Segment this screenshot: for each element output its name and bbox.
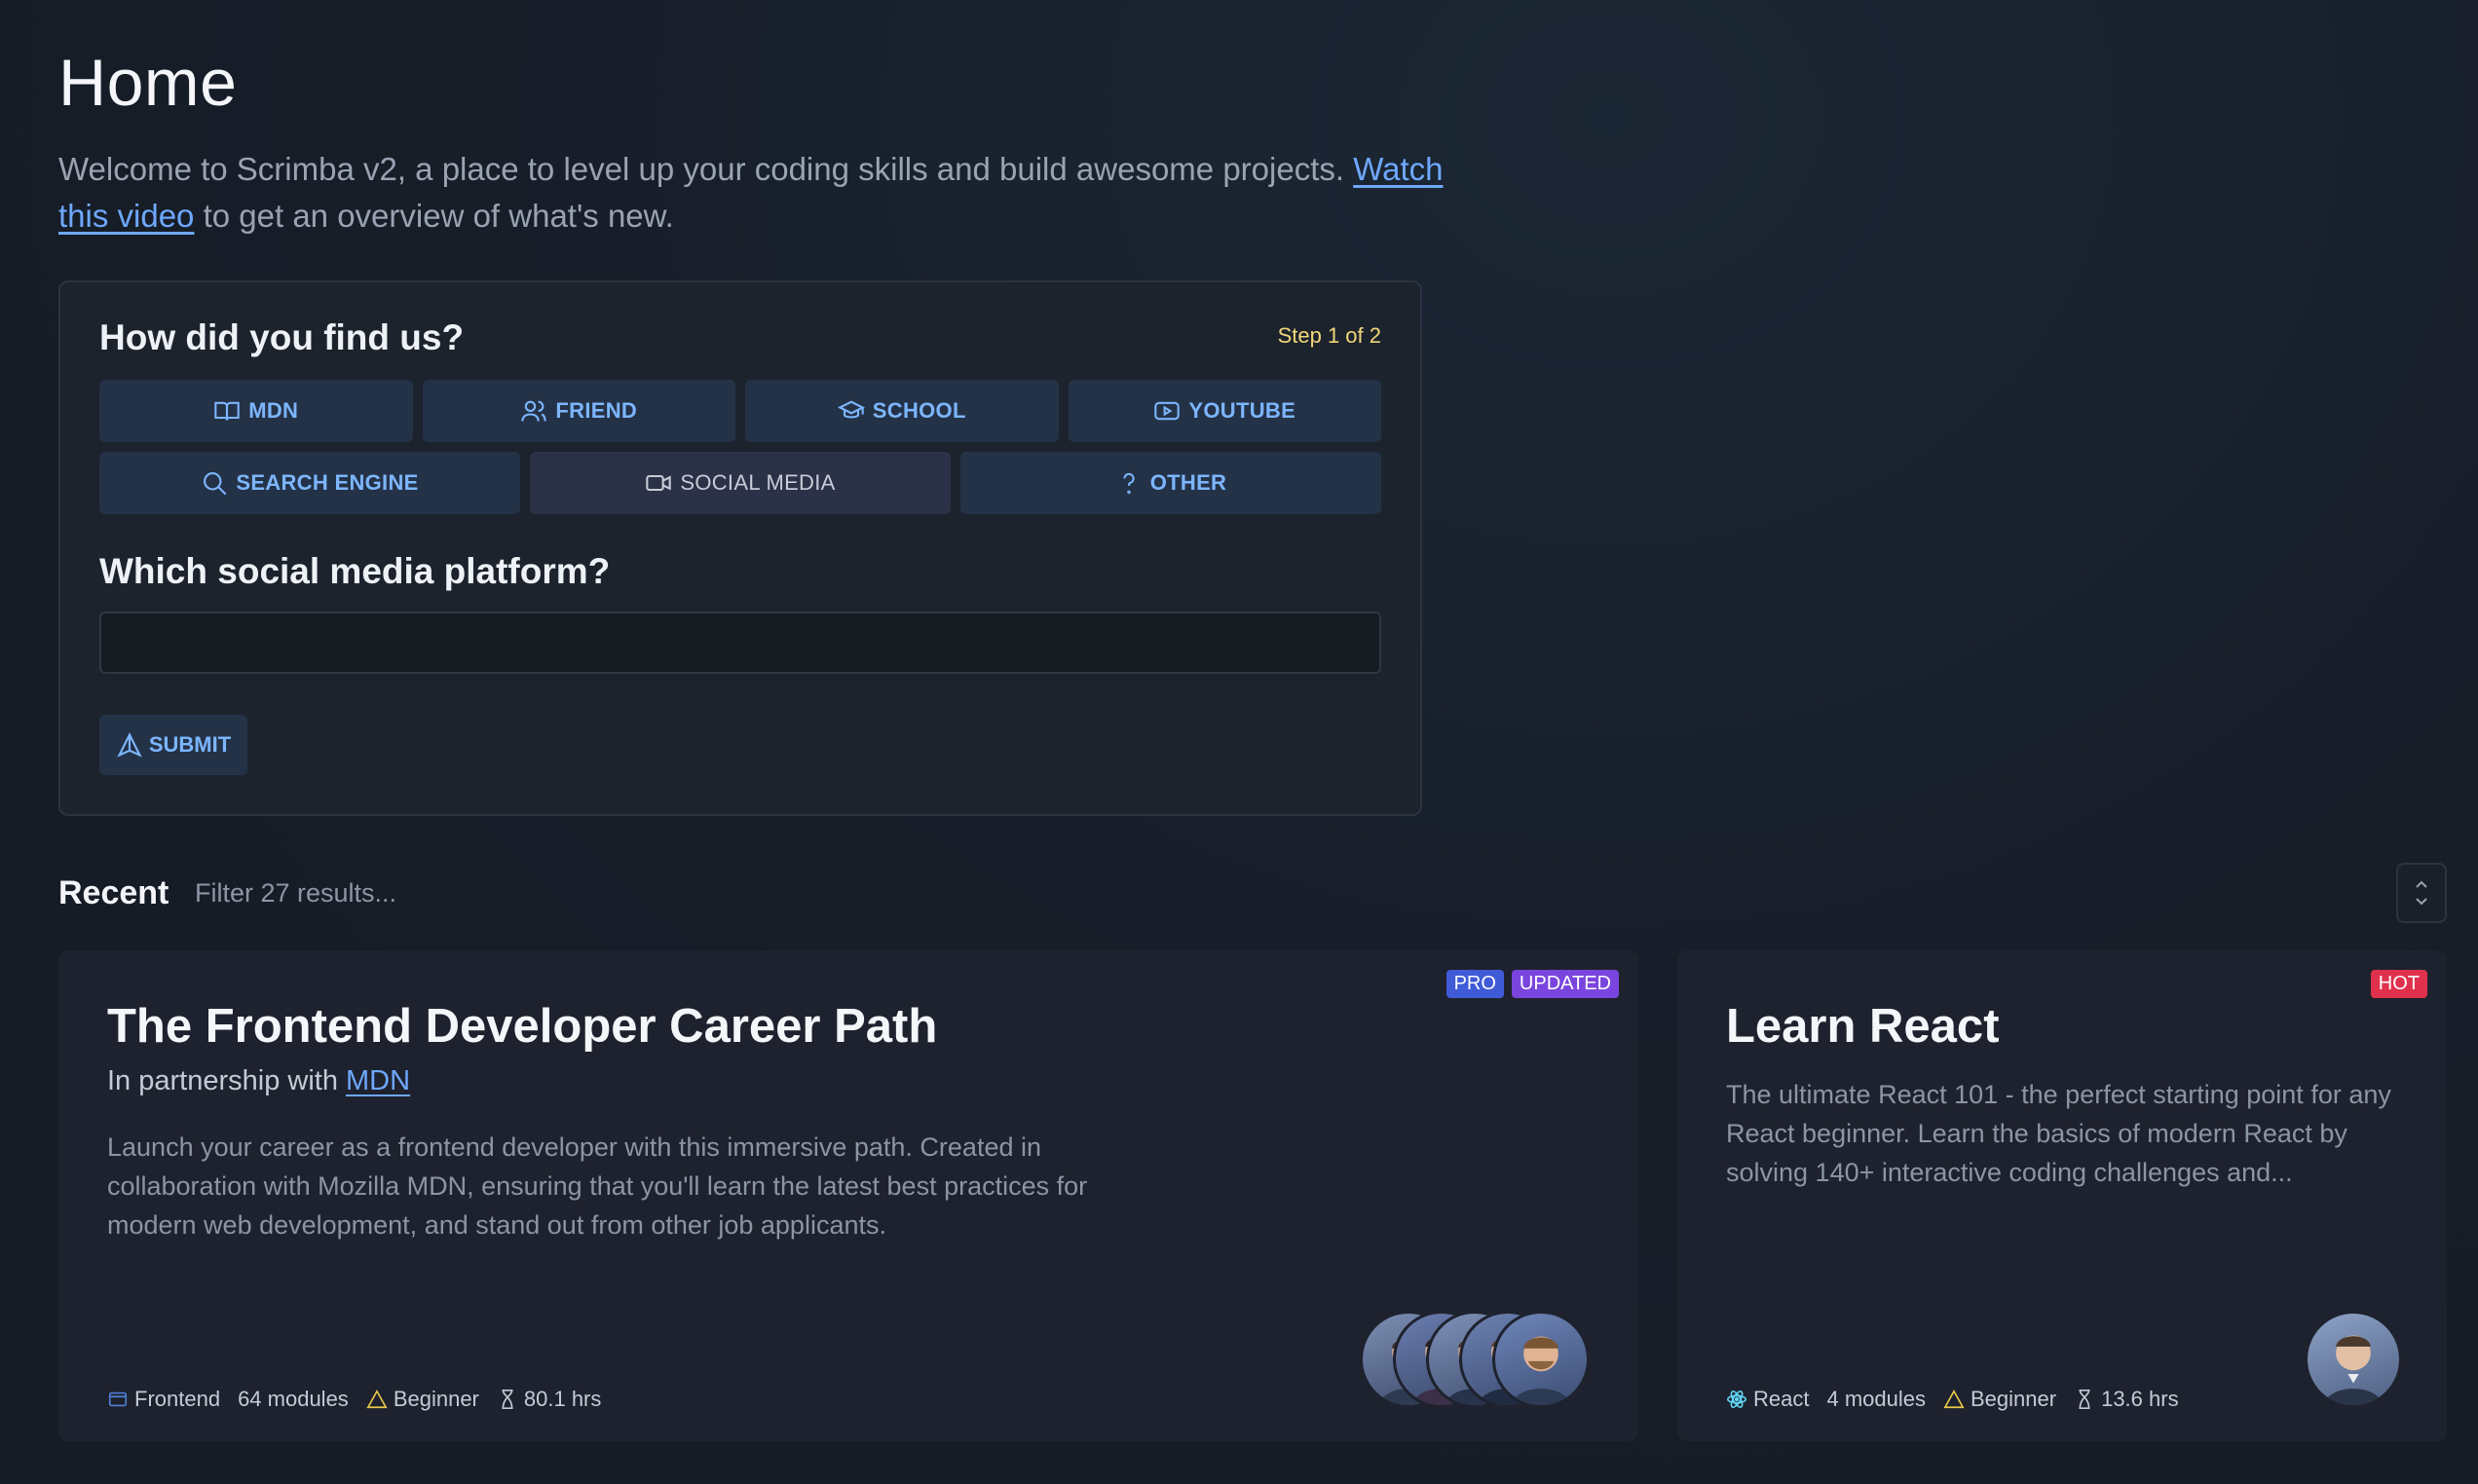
recent-heading: Recent [58, 874, 169, 911]
avatar [2305, 1311, 2402, 1408]
triangle-icon [1943, 1390, 1965, 1409]
book-icon [214, 401, 240, 421]
search-icon [204, 472, 227, 496]
submit-label: SUBMIT [148, 732, 232, 757]
duration-label: 80.1 hrs [523, 1387, 602, 1411]
step-indicator: Step 1 of 2 [1277, 323, 1381, 348]
course-title: Learn React [1726, 1000, 2000, 1053]
level-label: Beginner [1971, 1387, 2057, 1411]
topic-tag: Frontend [107, 1387, 220, 1412]
option-label: MDN [248, 398, 299, 423]
survey-options-row-2: SEARCH ENGINE SOCIAL MEDIA OTHER [99, 452, 1381, 514]
hot-badge: HOT [2370, 970, 2427, 998]
intro-text-end: to get an overview of what's new. [194, 198, 674, 234]
instructor-avatars [2305, 1311, 2402, 1408]
course-description: The ultimate React 101 - the perfect sta… [1726, 1080, 2391, 1187]
filter-input[interactable] [195, 865, 779, 921]
option-social-media-button[interactable]: SOCIAL MEDIA [530, 452, 951, 514]
option-label: FRIEND [555, 398, 638, 423]
option-search-engine-button[interactable]: SEARCH ENGINE [99, 452, 520, 514]
partner-line: In partnership with MDN [107, 1065, 410, 1097]
course-badges: HOT [2370, 970, 2427, 998]
level-tag: Beginner [1943, 1387, 2056, 1412]
topic-tag: React [1726, 1387, 1809, 1412]
option-school-button[interactable]: SCHOOL [745, 380, 1059, 442]
send-icon [117, 732, 142, 758]
modules-count: 64 modules [238, 1387, 349, 1411]
intro-text-start: Welcome to Scrimba v2, a place to level … [58, 151, 1354, 187]
users-icon [521, 400, 547, 422]
topic-label: Frontend [134, 1387, 221, 1411]
course-badges: PRO UPDATED [1446, 970, 1619, 998]
course-card-frontend-career-path[interactable]: PRO UPDATED The Frontend Developer Caree… [58, 950, 1638, 1441]
triangle-icon [366, 1390, 388, 1409]
find-us-survey: How did you find us? Step 1 of 2 MDN FRI… [58, 280, 1422, 816]
level-tag: Beginner [366, 1387, 479, 1412]
partner-prefix: In partnership with [107, 1065, 347, 1096]
survey-options-row-1: MDN FRIEND SCHOOL YOUTUBE [99, 380, 1381, 442]
course-title: The Frontend Developer Career Path [107, 1000, 938, 1053]
sort-toggle-button[interactable] [2396, 863, 2447, 923]
intro-text: Welcome to Scrimba v2, a place to level … [58, 146, 1461, 240]
course-meta: Frontend 64 modules Beginner 80.1 hrs [107, 1387, 601, 1412]
option-label: OTHER [1149, 470, 1227, 495]
option-label: SEARCH ENGINE [236, 470, 419, 495]
duration-tag: 80.1 hrs [497, 1387, 602, 1412]
sort-chevrons-icon [2416, 880, 2427, 906]
social-platform-input[interactable] [99, 612, 1381, 674]
duration-tag: 13.6 hrs [2074, 1387, 2179, 1412]
updated-badge: UPDATED [1511, 970, 1619, 998]
option-mdn-button[interactable]: MDN [99, 380, 413, 442]
option-youtube-button[interactable]: YOUTUBE [1068, 380, 1381, 442]
mdn-partner-link[interactable]: MDN [346, 1065, 410, 1096]
modules-count: 4 modules [1826, 1387, 1926, 1411]
submit-button[interactable]: SUBMIT [99, 715, 247, 775]
react-icon [1727, 1391, 1746, 1408]
option-friend-button[interactable]: FRIEND [422, 380, 735, 442]
avatar [1492, 1311, 1590, 1408]
window-icon [108, 1391, 128, 1407]
level-label: Beginner [393, 1387, 479, 1411]
course-card-learn-react[interactable]: HOT Learn React The ultimate React 101 -… [1677, 950, 2447, 1441]
page-title: Home [58, 46, 238, 120]
social-platform-question: Which social media platform? [99, 551, 611, 591]
instructor-avatars [1360, 1311, 1590, 1408]
option-label: SCHOOL [872, 398, 966, 423]
hourglass-icon [502, 1390, 513, 1409]
duration-label: 13.6 hrs [2101, 1387, 2179, 1411]
survey-title: How did you find us? [99, 317, 465, 357]
question-mark-icon [1123, 472, 1135, 495]
video-camera-icon [646, 474, 672, 492]
course-description: Launch your career as a frontend develop… [107, 1132, 1088, 1240]
hourglass-icon [2079, 1390, 2090, 1409]
course-meta: React 4 modules Beginner 13.6 hrs [1726, 1387, 2179, 1412]
pro-badge: PRO [1446, 970, 1504, 998]
option-label: SOCIAL MEDIA [680, 470, 836, 495]
youtube-icon [1154, 401, 1181, 421]
option-other-button[interactable]: OTHER [960, 452, 1381, 514]
graduation-cap-icon [837, 400, 865, 419]
topic-label: React [1753, 1387, 1810, 1411]
option-label: YOUTUBE [1188, 398, 1296, 423]
